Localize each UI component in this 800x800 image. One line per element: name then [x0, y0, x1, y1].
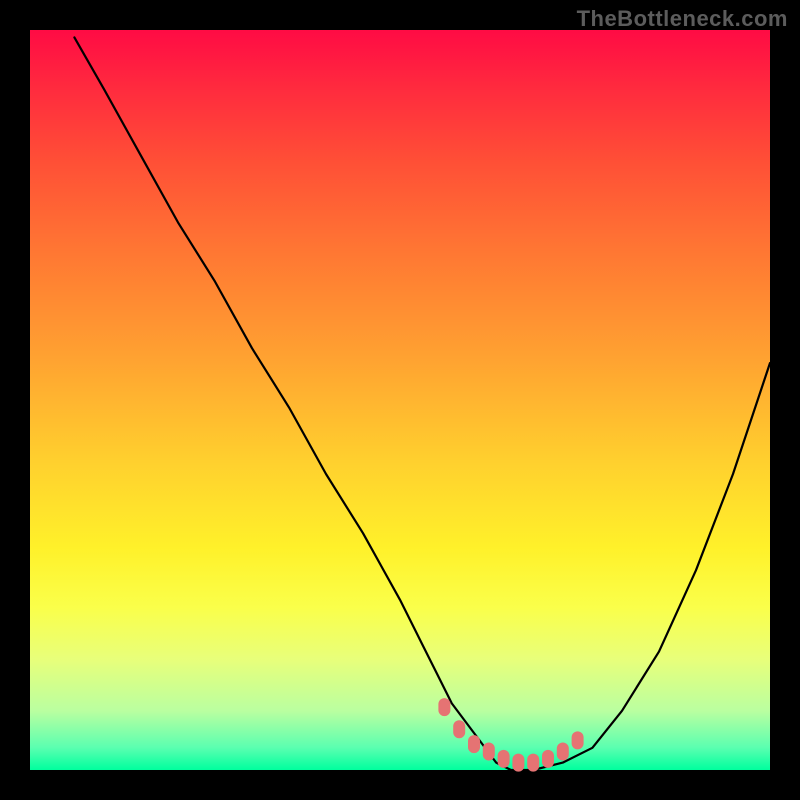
optimal-marker	[512, 754, 524, 772]
optimal-marker	[483, 743, 495, 761]
chart-svg	[30, 30, 770, 770]
plot-area	[30, 30, 770, 770]
optimal-marker	[527, 754, 539, 772]
optimal-marker	[498, 750, 510, 768]
optimal-marker	[438, 698, 450, 716]
optimal-marker	[468, 735, 480, 753]
optimal-marker	[542, 750, 554, 768]
watermark-text: TheBottleneck.com	[577, 6, 788, 32]
optimal-marker	[572, 731, 584, 749]
optimal-marker	[557, 743, 569, 761]
optimal-marker	[453, 720, 465, 738]
chart-container: TheBottleneck.com	[0, 0, 800, 800]
bottleneck-curve	[74, 37, 770, 770]
optimal-zone-markers	[438, 698, 583, 772]
